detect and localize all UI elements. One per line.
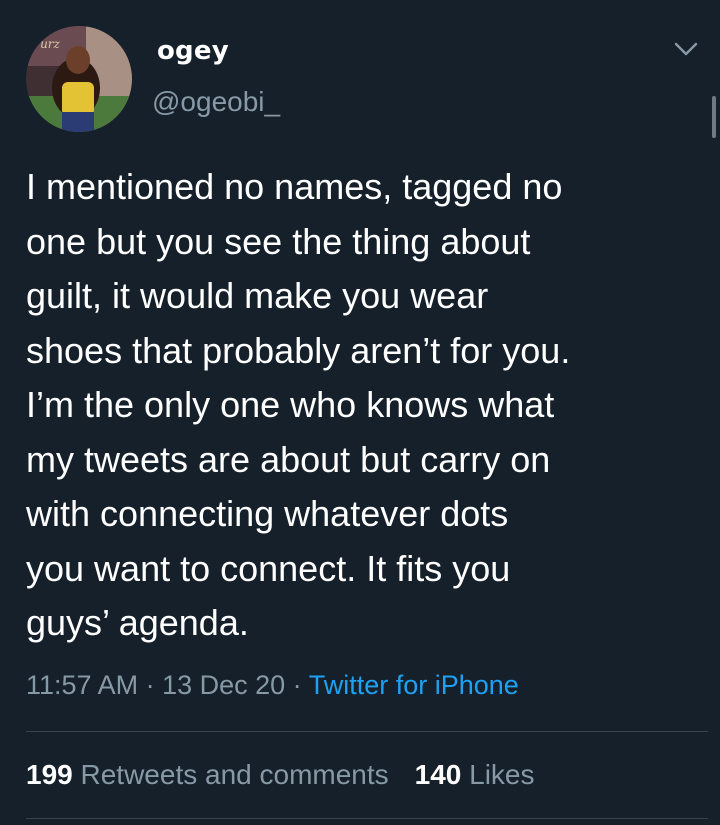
- scrollbar[interactable]: [712, 96, 716, 138]
- chevron-down-icon[interactable]: [672, 38, 700, 60]
- retweets-count: 199: [26, 759, 73, 790]
- tweet-source-link[interactable]: Twitter for iPhone: [309, 670, 519, 700]
- svg-text:Purz: Purz: [31, 37, 61, 51]
- meta-separator: ·: [285, 670, 309, 700]
- engagement-stats: 199 Retweets and comments 140 Likes: [26, 759, 535, 791]
- tweet-date[interactable]: 13 Dec 20: [162, 670, 285, 700]
- divider: [26, 731, 708, 732]
- tweet-meta: 11:57 AM · 13 Dec 20 · Twitter for iPhon…: [26, 670, 519, 701]
- divider: [26, 818, 708, 819]
- tweet-text: I mentioned no names, tagged no one but …: [26, 166, 571, 643]
- avatar-image: Purz: [26, 26, 132, 132]
- display-name[interactable]: ogey: [157, 36, 229, 66]
- avatar[interactable]: Purz: [26, 26, 132, 132]
- likes-count: 140: [414, 759, 462, 790]
- tweet-detail: Purz ogey @ogeobi_ I mentioned no names,…: [0, 0, 720, 825]
- likes-label: Likes: [469, 759, 535, 790]
- user-handle[interactable]: @ogeobi_: [152, 86, 280, 118]
- retweets-stat[interactable]: 199 Retweets and comments: [26, 759, 389, 790]
- tweet-time[interactable]: 11:57 AM: [26, 670, 138, 700]
- likes-stat[interactable]: 140 Likes: [415, 759, 535, 790]
- retweets-label: Retweets and comments: [80, 759, 389, 790]
- meta-separator: ·: [138, 670, 163, 700]
